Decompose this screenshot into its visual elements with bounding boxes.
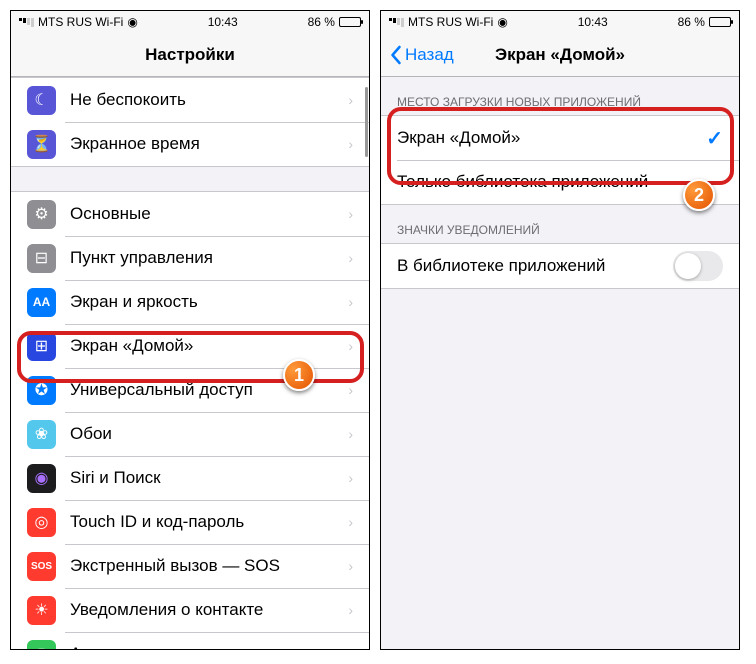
badges-group: В библиотеке приложений [381, 243, 739, 289]
status-bar: MTS RUS Wi-Fi ◉ 10:43 86 % [11, 11, 369, 33]
chevron-right-icon: › [348, 514, 353, 530]
row-label: Touch ID и код-пароль [70, 512, 348, 532]
row-label: Основные [70, 204, 348, 224]
row-siri[interactable]: ◉ Siri и Поиск › [11, 456, 369, 500]
row-general[interactable]: ⚙ Основные › [11, 192, 369, 236]
gear-icon: ⚙ [27, 200, 56, 229]
settings-screen: MTS RUS Wi-Fi ◉ 10:43 86 % Настройки ☾ Н… [10, 10, 370, 650]
grid-icon: ⊞ [27, 332, 56, 361]
row-label: Пункт управления [70, 248, 348, 268]
wifi-icon: ◉ [127, 15, 137, 29]
section-header-badges: ЗНАЧКИ УВЕДОМЛЕНИЙ [381, 205, 739, 243]
chevron-right-icon: › [348, 470, 353, 486]
flower-icon: ❀ [27, 420, 56, 449]
row-control-center[interactable]: ⊟ Пункт управления › [11, 236, 369, 280]
fingerprint-icon: ◎ [27, 508, 56, 537]
row-accessibility[interactable]: ✪ Универсальный доступ › [11, 368, 369, 412]
siri-icon: ◉ [27, 464, 56, 493]
row-app-library-badges: В библиотеке приложений [381, 244, 739, 288]
back-label: Назад [405, 45, 454, 65]
row-touch-id[interactable]: ◎ Touch ID и код-пароль › [11, 500, 369, 544]
row-label: Экран и яркость [70, 292, 348, 312]
row-label: В библиотеке приложений [397, 256, 673, 276]
status-bar: MTS RUS Wi-Fi ◉ 10:43 86 % [381, 11, 739, 33]
settings-group-1: ☾ Не беспокоить › ⏳ Экранное время › [11, 77, 369, 167]
settings-group-2: ⚙ Основные › ⊟ Пункт управления › AA Экр… [11, 191, 369, 650]
checkmark-icon: ✓ [706, 126, 723, 151]
row-label: Экстренный вызов — SOS [70, 556, 348, 576]
option-home-screen[interactable]: Экран «Домой» ✓ [381, 116, 739, 160]
carrier-label: MTS RUS Wi-Fi [408, 15, 493, 29]
chevron-right-icon: › [348, 602, 353, 618]
chevron-right-icon: › [348, 136, 353, 152]
home-screen-settings: MTS RUS Wi-Fi ◉ 10:43 86 % Назад Экран «… [380, 10, 740, 650]
row-exposure[interactable]: ☀ Уведомления о контакте › [11, 588, 369, 632]
row-do-not-disturb[interactable]: ☾ Не беспокоить › [11, 78, 369, 122]
row-screen-time[interactable]: ⏳ Экранное время › [11, 122, 369, 166]
signal-icon [389, 18, 404, 27]
battery-percent: 86 % [678, 15, 705, 29]
status-time: 10:43 [578, 15, 608, 29]
text-size-icon: AA [27, 288, 56, 317]
hourglass-icon: ⏳ [27, 130, 56, 159]
status-time: 10:43 [208, 15, 238, 29]
row-emergency-sos[interactable]: SOS Экстренный вызов — SOS › [11, 544, 369, 588]
battery-setting-icon: ▮ [27, 640, 56, 651]
chevron-right-icon: › [348, 426, 353, 442]
moon-icon: ☾ [27, 86, 56, 115]
row-label: Только библиотека приложений [397, 172, 723, 192]
chevron-right-icon: › [348, 206, 353, 222]
sos-icon: SOS [27, 552, 56, 581]
switches-icon: ⊟ [27, 244, 56, 273]
section-header-download-location: МЕСТО ЗАГРУЗКИ НОВЫХ ПРИЛОЖЕНИЙ [381, 77, 739, 115]
battery-icon [709, 17, 731, 27]
chevron-right-icon: › [348, 558, 353, 574]
page-title: Настройки [145, 45, 235, 65]
row-label: Уведомления о контакте [70, 600, 348, 620]
chevron-right-icon: › [348, 338, 353, 354]
chevron-right-icon: › [348, 92, 353, 108]
chevron-left-icon [389, 45, 402, 65]
nav-bar: Назад Экран «Домой» [381, 33, 739, 77]
row-label: Siri и Поиск [70, 468, 348, 488]
wifi-icon: ◉ [497, 15, 507, 29]
scrollbar[interactable] [365, 87, 368, 157]
row-wallpaper[interactable]: ❀ Обои › [11, 412, 369, 456]
annotation-marker-1: 1 [283, 359, 315, 391]
row-label: Не беспокоить [70, 90, 348, 110]
chevron-right-icon: › [348, 646, 353, 650]
row-label: Обои [70, 424, 348, 444]
chevron-right-icon: › [348, 382, 353, 398]
row-label: Экран «Домой» [70, 336, 348, 356]
chevron-right-icon: › [348, 250, 353, 266]
row-label: Аккумулятор [70, 644, 348, 650]
annotation-marker-2: 2 [683, 179, 715, 211]
nav-bar: Настройки [11, 33, 369, 77]
back-button[interactable]: Назад [389, 45, 454, 65]
carrier-label: MTS RUS Wi-Fi [38, 15, 123, 29]
badges-switch[interactable] [673, 251, 723, 281]
accessibility-icon: ✪ [27, 376, 56, 405]
chevron-right-icon: › [348, 294, 353, 310]
signal-icon [19, 18, 34, 27]
battery-percent: 86 % [308, 15, 335, 29]
row-home-screen[interactable]: ⊞ Экран «Домой» › [11, 324, 369, 368]
page-title: Экран «Домой» [495, 45, 625, 65]
row-display-brightness[interactable]: AA Экран и яркость › [11, 280, 369, 324]
row-label: Экран «Домой» [397, 128, 706, 148]
battery-icon [339, 17, 361, 27]
row-label: Экранное время [70, 134, 348, 154]
exposure-icon: ☀ [27, 596, 56, 625]
row-battery[interactable]: ▮ Аккумулятор › [11, 632, 369, 650]
